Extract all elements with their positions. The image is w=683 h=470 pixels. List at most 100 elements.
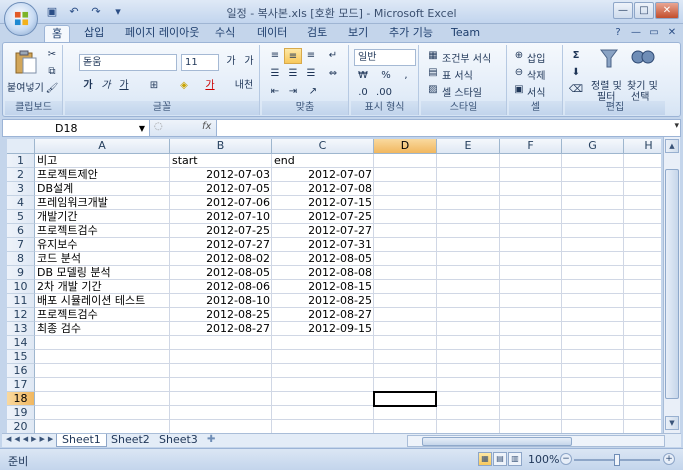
help-icon[interactable]: ? [611,26,625,40]
normal-view-icon[interactable]: ▦ [478,452,492,466]
close-button[interactable]: ✕ [655,2,679,19]
cell-b9[interactable]: 2012-08-05 [172,266,270,280]
align-center-icon[interactable]: ☰ [284,66,302,82]
column-header[interactable]: B [170,139,272,154]
horizontal-scroll-thumb[interactable] [422,437,572,446]
cell-a10[interactable]: 2차 개발 기간 [37,280,168,294]
scroll-down-icon[interactable]: ▼ [665,416,679,430]
increase-decimal-icon[interactable]: .0 [354,85,372,101]
worksheet-grid[interactable]: A B C D E F G H 1 2 3 4 5 6 7 8 9 10 11 12 13 14 15 16 17 18 19 20 비… [7,139,661,433]
close-icon[interactable]: ✕ [665,26,679,40]
decrease-decimal-icon[interactable]: .00 [375,85,393,101]
row-header[interactable]: 18 [7,392,35,406]
row-header[interactable]: 13 [7,322,35,336]
select-all-corner[interactable] [7,139,35,154]
underline-button[interactable]: 가 [115,78,133,94]
page-break-view-icon[interactable]: ▥ [508,452,522,466]
wrap-text-icon[interactable]: ↵ [324,48,342,64]
row-header[interactable]: 20 [7,420,35,433]
zoom-knob[interactable] [614,454,620,466]
column-header[interactable]: F [500,139,562,154]
cell-a1[interactable]: 비고 [37,154,168,168]
cell-a6[interactable]: 프로젝트검수 [37,224,168,238]
cell-a2[interactable]: 프로젝트제안 [37,168,168,182]
name-box[interactable]: D18 ▼ [7,121,147,136]
zoom-out-button[interactable]: − [560,453,572,465]
cell-a12[interactable]: 프로젝트검수 [37,308,168,322]
row-header[interactable]: 7 [7,238,35,252]
row-header[interactable]: 6 [7,224,35,238]
column-header[interactable]: H [624,139,661,154]
cut-icon[interactable]: ✂ [43,47,61,63]
name-box-dropdown-icon[interactable]: ▼ [139,121,145,136]
row-header[interactable]: 15 [7,350,35,364]
zoom-level[interactable]: 100% [528,453,559,466]
cell-b13[interactable]: 2012-08-27 [172,322,270,336]
cell-c13[interactable]: 2012-09-15 [274,322,372,336]
decrease-indent-icon[interactable]: ⇤ [266,84,284,100]
tab-home[interactable]: 홈 [44,25,71,42]
autosum-button[interactable]: Σ [567,48,585,64]
row-header[interactable]: 11 [7,294,35,308]
expand-formula-bar-icon[interactable]: ▾ [674,121,679,131]
cell-a11[interactable]: 배포 시뮬레이션 테스트 [37,294,168,308]
insert-function-button[interactable]: fx [202,121,211,132]
merge-center-icon[interactable]: ⇔ [324,66,342,82]
row-header[interactable]: 1 [7,154,35,168]
minimize-button[interactable]: — [613,2,633,19]
column-header[interactable]: G [562,139,624,154]
align-middle-icon[interactable]: ≡ [284,48,302,64]
cell-a5[interactable]: 개발기간 [37,210,168,224]
sheet-tab-1[interactable]: Sheet1 [56,434,107,447]
row-header[interactable]: 4 [7,196,35,210]
row-header[interactable]: 14 [7,336,35,350]
zoom-in-button[interactable]: + [663,453,675,465]
find-select-icon[interactable] [631,48,655,70]
percent-button[interactable]: % [377,68,395,84]
font-name-box[interactable]: 돋움 [79,54,177,71]
cell-c12[interactable]: 2012-08-27 [274,308,372,322]
phonetic-button[interactable]: 내천 [231,78,257,94]
cell-a4[interactable]: 프레임워크개발 [37,196,168,210]
clear-icon[interactable]: ⌫ [567,82,585,98]
cell-b1[interactable]: start [172,154,270,168]
cell-b7[interactable]: 2012-07-27 [172,238,270,252]
tab-formulas[interactable]: 수식 [208,25,242,42]
cell-c1[interactable]: end [274,154,372,168]
cell-b8[interactable]: 2012-08-02 [172,252,270,266]
orientation-icon[interactable]: ↗ [304,84,322,100]
tab-review[interactable]: 검토 [300,25,334,42]
column-header[interactable]: D [374,139,437,154]
tab-view[interactable]: 보기 [341,25,375,42]
bold-button[interactable]: 가 [79,78,97,94]
number-format-box[interactable]: 일반 [354,49,416,66]
row-header[interactable]: 3 [7,182,35,196]
sheet-navigation-icons[interactable]: ◀◀◀▶▶▶ [6,435,56,443]
cell-b12[interactable]: 2012-08-25 [172,308,270,322]
cell-c10[interactable]: 2012-08-15 [274,280,372,294]
cell-c6[interactable]: 2012-07-27 [274,224,372,238]
format-painter-icon[interactable]: 🖌 [43,81,61,97]
cell-c2[interactable]: 2012-07-07 [274,168,372,182]
sort-filter-icon[interactable] [597,47,621,71]
borders-icon[interactable]: ⊞ [145,78,163,94]
conditional-format-label[interactable]: 조건부 서식 [442,50,491,65]
formula-input[interactable] [221,121,661,135]
align-top-icon[interactable]: ≡ [266,48,284,64]
italic-button[interactable]: 가 [97,78,115,94]
insert-cells-label[interactable]: 삽입 [527,50,545,65]
tab-page-layout[interactable]: 페이지 레이아웃 [118,25,206,42]
font-color-button[interactable]: 가 [201,78,219,94]
row-header[interactable]: 8 [7,252,35,266]
shrink-font-button[interactable]: 가 [240,54,258,70]
insert-sheet-icon[interactable]: ✚ [207,434,215,445]
maximize-button[interactable]: □ [634,2,654,19]
paste-label[interactable]: 붙여넣기 [7,79,44,94]
sheet-tab-3[interactable]: Sheet3 [154,434,203,447]
fill-color-icon[interactable]: ◈ [175,78,193,94]
column-header[interactable]: E [437,139,500,154]
format-cells-label[interactable]: 서식 [527,84,545,99]
cell-c5[interactable]: 2012-07-25 [274,210,372,224]
cell-b6[interactable]: 2012-07-25 [172,224,270,238]
cell-c8[interactable]: 2012-08-05 [274,252,372,266]
